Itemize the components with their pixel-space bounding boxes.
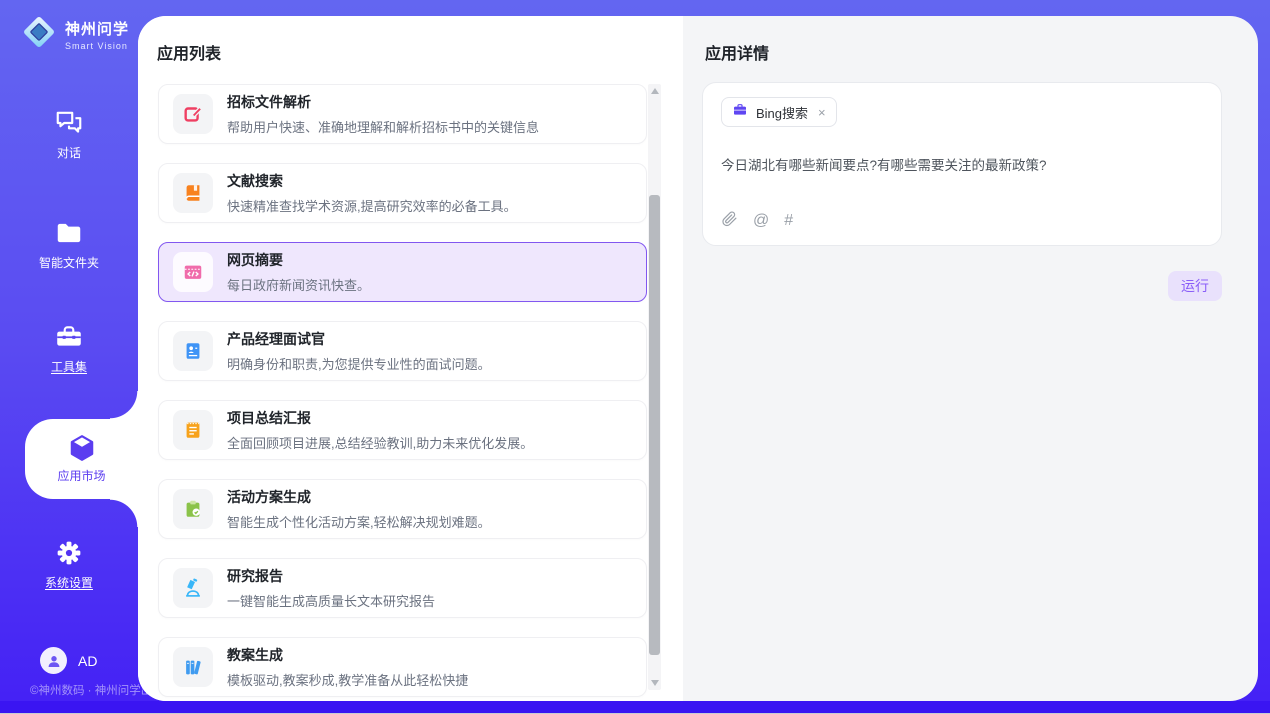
sidebar-item-smart-folder[interactable]: 智能文件夹 bbox=[0, 218, 138, 271]
app-window: 神州问学 Smart Vision 对话 智能文件夹 bbox=[0, 0, 1270, 714]
app-list-title: 应用列表 bbox=[157, 40, 221, 64]
scroll-up-arrow-icon[interactable] bbox=[648, 84, 661, 98]
app-desc: 一键智能生成高质量长文本研究报告 bbox=[227, 591, 435, 610]
app-name: 研究报告 bbox=[227, 566, 435, 586]
resume-icon bbox=[173, 331, 213, 371]
sidebar-item-label: 智能文件夹 bbox=[0, 254, 138, 271]
browser-code-icon bbox=[173, 252, 213, 292]
bottom-accent-bar bbox=[0, 701, 1270, 713]
scrollbar[interactable] bbox=[648, 84, 661, 690]
input-toolbar: @ # bbox=[721, 210, 793, 232]
sidebar-item-label: 工具集 bbox=[0, 358, 138, 375]
gear-icon bbox=[0, 538, 138, 568]
user-account[interactable]: AD bbox=[40, 647, 97, 674]
toolbox-icon bbox=[0, 322, 138, 352]
tool-tag-bing-search[interactable]: Bing搜索 × bbox=[721, 97, 837, 127]
note-icon bbox=[173, 410, 213, 450]
sidebar-item-label: 应用市场 bbox=[25, 467, 138, 484]
sidebar-item-chat[interactable]: 对话 bbox=[0, 108, 138, 161]
at-icon[interactable]: @ bbox=[753, 213, 769, 229]
sidebar-item-app-market[interactable]: 应用市场 bbox=[25, 419, 138, 499]
app-name: 网页摘要 bbox=[227, 250, 370, 270]
hash-icon[interactable]: # bbox=[784, 213, 793, 229]
chat-icon bbox=[0, 108, 138, 138]
clipboard-check-icon bbox=[173, 489, 213, 529]
briefcase-icon bbox=[732, 102, 748, 123]
app-name: 项目总结汇报 bbox=[227, 408, 533, 428]
app-list-panel: 应用列表 招标文件解析 帮助用户快速、准确地理解和解析招标书中的关键信息 bbox=[138, 16, 683, 701]
app-name: 文献搜索 bbox=[227, 171, 517, 191]
app-desc: 每日政府新闻资讯快查。 bbox=[227, 275, 370, 294]
prompt-card: Bing搜索 × 今日湖北有哪些新闻要点?有哪些需要关注的最新政策? @ # bbox=[702, 82, 1222, 246]
pill-curve-top bbox=[110, 391, 138, 419]
brand-tagline: Smart Vision bbox=[65, 41, 129, 51]
sidebar-item-label: 系统设置 bbox=[0, 574, 138, 591]
tool-tag-label: Bing搜索 bbox=[756, 103, 808, 122]
app-detail-panel: 应用详情 Bing搜索 × 今日湖北有哪些新闻要点?有哪些需要关注的最新政策? bbox=[683, 16, 1258, 701]
app-card-research-report[interactable]: 研究报告 一键智能生成高质量长文本研究报告 bbox=[158, 558, 647, 618]
folder-icon bbox=[0, 218, 138, 248]
app-card-project-summary[interactable]: 项目总结汇报 全面回顾项目进展,总结经验教训,助力未来优化发展。 bbox=[158, 400, 647, 460]
app-desc: 智能生成个性化活动方案,轻松解决规划难题。 bbox=[227, 512, 491, 531]
tag-close-icon[interactable]: × bbox=[816, 106, 826, 119]
app-desc: 帮助用户快速、准确地理解和解析招标书中的关键信息 bbox=[227, 117, 539, 136]
app-card-literature-search[interactable]: 文献搜索 快速精准查找学术资源,提高研究效率的必备工具。 bbox=[158, 163, 647, 223]
app-name: 教案生成 bbox=[227, 645, 468, 665]
main-content: 应用列表 招标文件解析 帮助用户快速、准确地理解和解析招标书中的关键信息 bbox=[138, 16, 1258, 701]
sidebar-item-settings[interactable]: 系统设置 bbox=[0, 538, 138, 591]
brand-logo-icon bbox=[20, 13, 58, 56]
user-avatar-icon bbox=[40, 647, 67, 674]
brand: 神州问学 Smart Vision bbox=[20, 13, 129, 56]
sidebar-item-label: 对话 bbox=[0, 144, 138, 161]
query-input[interactable]: 今日湖北有哪些新闻要点?有哪些需要关注的最新政策? bbox=[721, 154, 1203, 174]
app-desc: 明确身份和职责,为您提供专业性的面试问题。 bbox=[227, 354, 491, 373]
user-name: AD bbox=[78, 653, 97, 669]
book-icon bbox=[173, 173, 213, 213]
scrollbar-thumb[interactable] bbox=[649, 195, 660, 655]
cube-icon bbox=[25, 433, 138, 463]
app-card-event-plan[interactable]: 活动方案生成 智能生成个性化活动方案,轻松解决规划难题。 bbox=[158, 479, 647, 539]
app-name: 产品经理面试官 bbox=[227, 329, 491, 349]
pill-curve-bottom bbox=[110, 499, 138, 527]
brand-name: 神州问学 bbox=[65, 18, 129, 39]
app-card-bid-analysis[interactable]: 招标文件解析 帮助用户快速、准确地理解和解析招标书中的关键信息 bbox=[158, 84, 647, 144]
microscope-icon bbox=[173, 568, 213, 608]
app-name: 招标文件解析 bbox=[227, 92, 539, 112]
app-card-list: 招标文件解析 帮助用户快速、准确地理解和解析招标书中的关键信息 文献搜索 bbox=[158, 84, 647, 701]
app-desc: 快速精准查找学术资源,提高研究效率的必备工具。 bbox=[227, 196, 517, 215]
sidebar: 神州问学 Smart Vision 对话 智能文件夹 bbox=[0, 0, 138, 701]
app-desc: 模板驱动,教案秒成,教学准备从此轻松快捷 bbox=[227, 670, 468, 689]
scroll-down-arrow-icon[interactable] bbox=[648, 676, 661, 690]
app-card-pm-interviewer[interactable]: 产品经理面试官 明确身份和职责,为您提供专业性的面试问题。 bbox=[158, 321, 647, 381]
app-name: 活动方案生成 bbox=[227, 487, 491, 507]
paperclip-icon[interactable] bbox=[721, 210, 738, 232]
app-detail-title: 应用详情 bbox=[705, 40, 769, 64]
app-card-lesson-plan[interactable]: 教案生成 模板驱动,教案秒成,教学准备从此轻松快捷 bbox=[158, 637, 647, 697]
app-card-web-summary[interactable]: 网页摘要 每日政府新闻资讯快查。 bbox=[158, 242, 647, 302]
books-icon bbox=[173, 647, 213, 687]
edit-square-icon bbox=[173, 94, 213, 134]
run-button[interactable]: 运行 bbox=[1168, 271, 1222, 301]
app-desc: 全面回顾项目进展,总结经验教训,助力未来优化发展。 bbox=[227, 433, 533, 452]
sidebar-item-toolset[interactable]: 工具集 bbox=[0, 322, 138, 375]
